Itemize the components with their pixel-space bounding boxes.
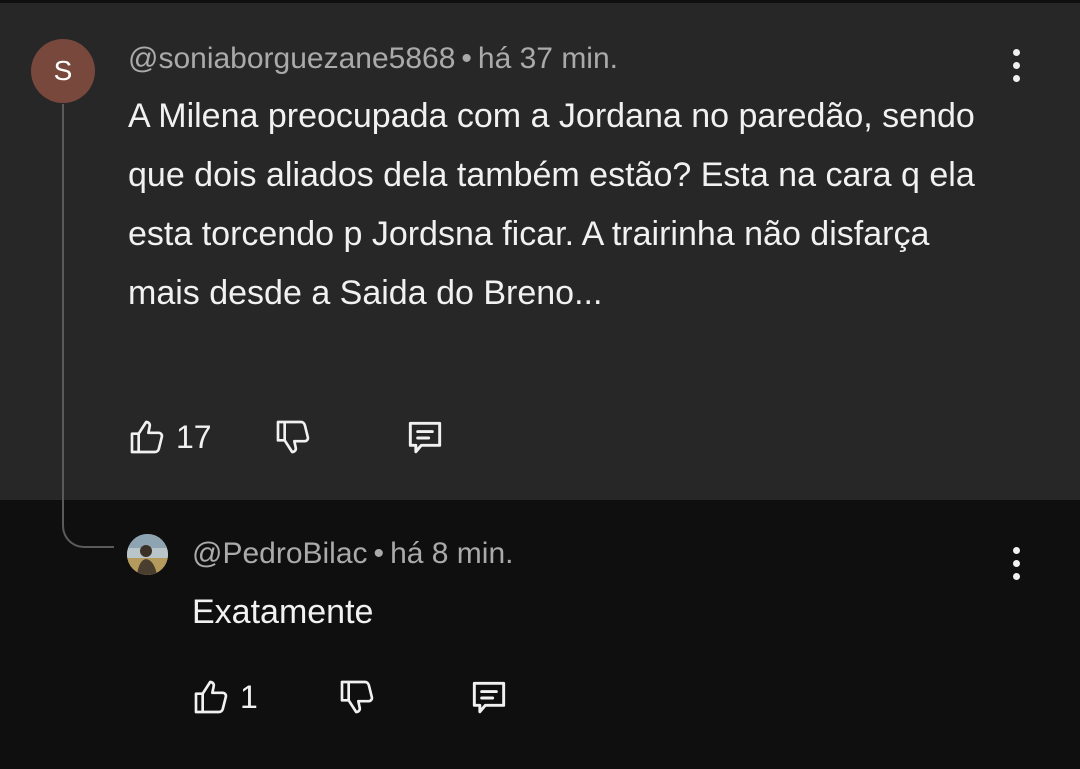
parent-comment: S @soniaborguezane5868 • há 37 min. A Mile…: [0, 3, 1080, 500]
reply-time[interactable]: há 8 min.: [390, 537, 513, 570]
more-vert-icon-dot: [1012, 61, 1020, 69]
dislike-button[interactable]: [272, 417, 314, 457]
comment-time[interactable]: há 37 min.: [478, 42, 618, 75]
avatar[interactable]: S: [31, 39, 95, 103]
more-vert-icon: [1012, 546, 1020, 554]
more-vert-icon-dot: [1012, 559, 1020, 567]
author-name[interactable]: @soniaborguezane5868: [128, 42, 455, 75]
more-options-button[interactable]: [996, 41, 1036, 89]
thumb-up-icon: [194, 680, 228, 714]
more-vert-icon-dot: [1012, 572, 1020, 580]
thumb-down-icon: [340, 680, 374, 714]
thread-line: [62, 104, 64, 524]
reply-text: Exatamente: [192, 593, 374, 631]
reply-meta-separator: •: [373, 537, 385, 570]
reply-like-button[interactable]: 1: [190, 677, 258, 717]
like-count: 17: [176, 418, 212, 455]
reply-comment-icon: [472, 681, 506, 714]
meta-separator: •: [461, 42, 472, 75]
reply-like-count: 1: [240, 678, 258, 715]
reply-avatar[interactable]: [127, 534, 168, 575]
reply-dislike-button[interactable]: [336, 677, 378, 717]
thumb-down-icon: [276, 420, 310, 454]
reply-comment-icon: [408, 421, 442, 454]
reply-button[interactable]: [402, 416, 448, 460]
more-vert-icon-dot: [1012, 74, 1020, 82]
reply-more-options-button[interactable]: [996, 539, 1036, 587]
reply-meta: @PedroBilac • há 8 min.: [192, 537, 513, 571]
thread-connector: [62, 500, 114, 548]
comment-meta: @soniaborguezane5868 • há 37 min.: [128, 42, 618, 76]
like-button[interactable]: 17: [126, 417, 212, 457]
comment-text: A Milena preocupada com a Jordana no par…: [128, 97, 975, 312]
reply-reply-button[interactable]: [466, 676, 512, 720]
more-vert-icon: [1012, 48, 1020, 56]
reply-author-name[interactable]: @PedroBilac: [192, 537, 368, 570]
reply-avatar-photo: [127, 534, 168, 575]
thumb-up-icon: [130, 420, 164, 454]
